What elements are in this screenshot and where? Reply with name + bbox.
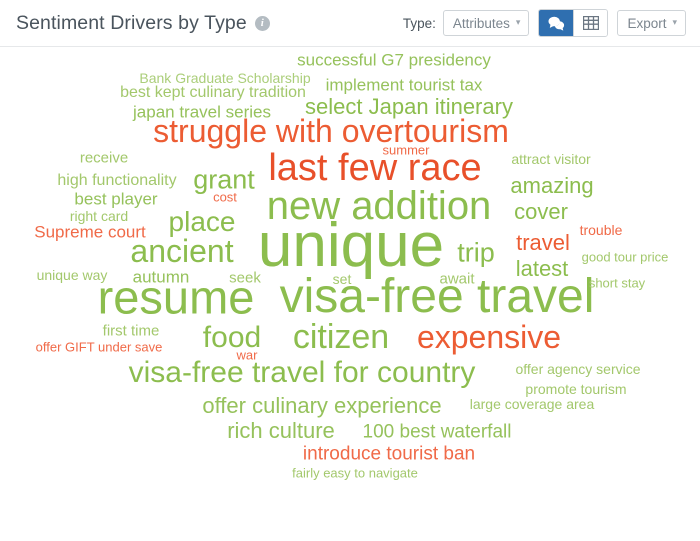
export-button-label: Export <box>627 15 667 31</box>
cloud-view-button[interactable] <box>539 10 574 36</box>
table-view-button[interactable] <box>573 10 608 36</box>
type-select[interactable]: Attributes ▾ <box>442 10 530 36</box>
cloud-word[interactable]: latest <box>516 258 569 280</box>
cloud-word[interactable]: citizen <box>293 320 389 354</box>
cloud-word[interactable]: best kept culinary tradition <box>120 85 306 101</box>
cloud-word[interactable]: unique way <box>37 268 108 282</box>
cloud-word[interactable]: select Japan itinerary <box>305 96 513 118</box>
cloud-word[interactable]: place <box>169 208 236 236</box>
type-label: Type: <box>402 15 436 31</box>
cloud-word[interactable]: Supreme court <box>34 224 146 241</box>
cloud-word[interactable]: visa-free travel for country <box>129 358 476 388</box>
cloud-word[interactable]: new addition <box>267 186 492 226</box>
cloud-word[interactable]: set <box>333 272 352 286</box>
cloud-word[interactable]: 100 best waterfall <box>363 423 512 442</box>
cloud-word[interactable]: amazing <box>510 175 593 197</box>
cloud-word[interactable]: await <box>439 272 474 287</box>
view-toggle-group <box>538 9 609 37</box>
cloud-word[interactable]: high functionality <box>57 173 176 189</box>
cloud-word[interactable]: Bank Graduate Scholarship <box>139 71 310 85</box>
cloud-word[interactable]: introduce tourist ban <box>303 445 475 464</box>
cloud-word[interactable]: autumn <box>133 269 190 286</box>
cloud-word[interactable]: japan travel series <box>133 104 271 121</box>
cloud-word[interactable]: fairly easy to navigate <box>292 467 418 480</box>
cloud-word[interactable]: best player <box>74 191 157 208</box>
cloud-word[interactable]: implement tourist tax <box>326 77 483 94</box>
cloud-word[interactable]: cover <box>514 201 568 223</box>
cloud-word[interactable]: large coverage area <box>470 397 595 411</box>
cloud-word[interactable]: successful G7 presidency <box>297 52 491 69</box>
type-filter-group: Type: Attributes ▾ <box>403 10 530 36</box>
cloud-word[interactable]: cost <box>213 191 237 204</box>
export-button[interactable]: Export ▾ <box>617 10 686 36</box>
info-icon[interactable]: i <box>254 15 270 31</box>
cloud-word[interactable]: summer <box>383 144 430 157</box>
cloud-word[interactable]: good tour price <box>582 251 669 264</box>
cloud-word[interactable]: rich culture <box>227 420 335 442</box>
cloud-word[interactable]: offer culinary experience <box>202 395 441 417</box>
cloud-word[interactable]: travel <box>516 232 570 254</box>
header-controls: Type: Attributes ▾ Export ▾ <box>403 9 686 37</box>
cloud-word[interactable]: offer agency service <box>515 362 640 376</box>
widget-header: Sentiment Drivers by Type i Type: Attrib… <box>0 0 700 47</box>
cloud-word[interactable]: trip <box>457 239 495 267</box>
cloud-word[interactable]: first time <box>103 324 160 339</box>
cloud-word[interactable]: short stay <box>589 277 645 290</box>
chevron-down-icon: ▾ <box>515 16 521 27</box>
cloud-word[interactable]: seek <box>229 271 261 286</box>
chevron-down-icon: ▾ <box>672 16 677 27</box>
cloud-word[interactable]: last few race <box>268 149 481 187</box>
cloud-word[interactable]: receive <box>80 151 128 166</box>
type-select-value: Attributes <box>452 15 510 31</box>
cloud-word[interactable]: attract visitor <box>511 152 590 166</box>
cloud-word[interactable]: right card <box>70 209 128 223</box>
page-title: Sentiment Drivers by Type <box>16 11 247 34</box>
title-group: Sentiment Drivers by Type i <box>16 12 270 35</box>
word-cloud[interactable]: unique visa-free travel resume new addition… <box>0 47 700 541</box>
cloud-word[interactable]: offer GIFT under save <box>36 341 163 354</box>
sentiment-drivers-widget: Sentiment Drivers by Type i Type: Attrib… <box>0 0 700 541</box>
cloud-word[interactable]: expensive <box>417 321 561 353</box>
cloud-word[interactable]: promote tourism <box>525 382 626 396</box>
cloud-word[interactable]: war <box>237 349 258 362</box>
cloud-word[interactable]: trouble <box>580 223 623 237</box>
